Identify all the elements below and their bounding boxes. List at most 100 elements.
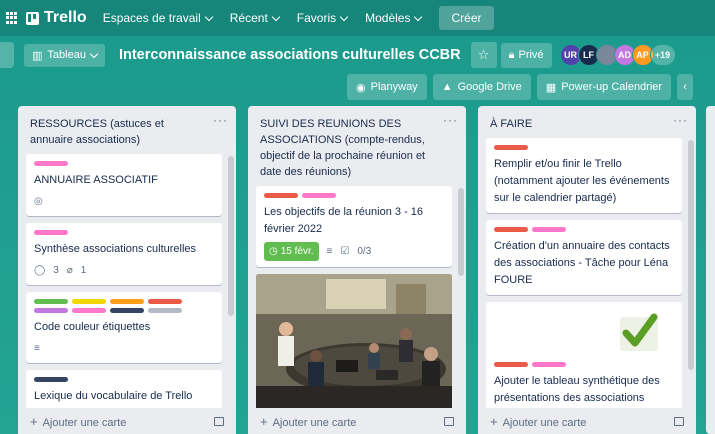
template-icon[interactable] xyxy=(214,416,224,426)
list-partial xyxy=(706,106,715,434)
trello-logo[interactable]: Trello xyxy=(26,9,87,27)
add-card-label: Ajouter une carte xyxy=(42,416,127,429)
card-label[interactable] xyxy=(34,299,68,304)
card-label[interactable] xyxy=(532,362,566,367)
card-label[interactable] xyxy=(148,299,182,304)
card-label[interactable] xyxy=(494,227,528,232)
list-title-text: SUIVI DES REUNIONS DES ASSOCIATIONS (com… xyxy=(260,118,426,178)
card-label[interactable] xyxy=(34,230,68,235)
lock-icon: 🔒︎ xyxy=(508,48,515,61)
view-switcher-button[interactable]: ▥ Tableau xyxy=(24,43,105,67)
nav-workspaces[interactable]: Espaces de travail xyxy=(102,11,213,25)
view-label: Tableau xyxy=(47,49,86,61)
planyway-button[interactable]: ◉ Planyway xyxy=(347,74,427,100)
nav-favorites-label: Favoris xyxy=(296,11,337,25)
card-title: Remplir et/ou finir le Trello (notamment… xyxy=(494,158,670,204)
list-meetings: SUIVI DES REUNIONS DES ASSOCIATIONS (com… xyxy=(248,106,466,434)
list-menu-icon[interactable]: ··· xyxy=(213,112,228,128)
list-menu-icon[interactable]: ··· xyxy=(673,112,688,128)
card-label[interactable] xyxy=(34,377,68,382)
card-label[interactable] xyxy=(72,299,106,304)
planyway-label: Planyway xyxy=(370,81,418,93)
card-title: Les objectifs de la réunion 3 - 16 févri… xyxy=(264,206,423,235)
attachment-icon: ⌀ xyxy=(66,265,73,276)
card-cover xyxy=(494,302,674,362)
card-title: Lexique du vocabulaire de Trello xyxy=(34,390,193,402)
powerups-bar: ◉ Planyway ▲ Google Drive ▦ Power-up Calend… xyxy=(347,74,693,100)
due-date-label: 15 févr. xyxy=(280,246,314,257)
card-title: ANNUAIRE ASSOCIATIF xyxy=(34,174,158,186)
google-drive-label: Google Drive xyxy=(457,81,522,93)
chevron-down-icon xyxy=(339,12,349,21)
clock-icon: ◷ xyxy=(269,246,278,257)
list-title[interactable]: RESSOURCES (astuces et annuaire associat… xyxy=(18,106,236,154)
nav-templates-label: Modèles xyxy=(365,11,411,25)
card-title: Création d'un annuaire des contacts des … xyxy=(494,240,670,286)
card[interactable]: Remplir et/ou finir le Trello (notamment… xyxy=(486,138,682,213)
list-todo: À FAIRE ··· Remplir et/ou finir le Trell… xyxy=(478,106,696,434)
list-title[interactable]: À FAIRE ··· xyxy=(478,106,696,138)
nav-workspaces-label: Espaces de travail xyxy=(102,11,201,25)
meeting-photo xyxy=(256,274,452,408)
checklist-icon: ☑ xyxy=(340,246,350,257)
card-label[interactable] xyxy=(494,362,528,367)
member-avatars: UR LF AD AP +19 xyxy=(559,44,676,66)
add-card-button[interactable]: + Ajouter une carte xyxy=(478,408,696,434)
automation-button[interactable]: ‹ xyxy=(677,74,693,100)
add-card-button[interactable]: + Ajouter une carte xyxy=(248,408,466,434)
apps-grid-icon[interactable] xyxy=(6,12,18,24)
create-button[interactable]: Créer xyxy=(439,6,494,30)
card[interactable]: Synthèse associations culturelles ◯ 3 ⌀ 1 xyxy=(26,223,222,285)
card[interactable]: Les objectifs de la réunion 3 - 16 févri… xyxy=(256,186,452,267)
card[interactable]: Code couleur étiquettes ≡ xyxy=(26,292,222,363)
due-date-badge[interactable]: ◷ 15 févr. xyxy=(264,242,319,261)
template-icon[interactable] xyxy=(444,416,454,426)
sidebar-toggle[interactable] xyxy=(0,42,14,68)
card-label[interactable] xyxy=(302,193,336,198)
card-label[interactable] xyxy=(34,161,68,166)
card-label[interactable] xyxy=(72,308,106,313)
attachment-count: 1 xyxy=(80,265,87,276)
more-members-badge[interactable]: +19 xyxy=(649,44,676,66)
chevron-down-icon xyxy=(414,12,423,21)
card[interactable] xyxy=(256,274,452,408)
card-label[interactable] xyxy=(494,145,528,150)
comment-icon: ◯ xyxy=(34,265,46,276)
planyway-icon: ◉ xyxy=(356,81,366,94)
list-resources: RESSOURCES (astuces et annuaire associat… xyxy=(18,106,236,434)
description-icon: ≡ xyxy=(326,246,333,257)
card-label[interactable] xyxy=(532,227,566,232)
board-header: ▥ Tableau Interconnaissance associations… xyxy=(0,40,715,70)
calendar-powerup-button[interactable]: ▦ Power-up Calendrier xyxy=(536,74,672,100)
list-title-text: RESSOURCES (astuces et annuaire associat… xyxy=(30,118,164,146)
card[interactable]: Création d'un annuaire des contacts des … xyxy=(486,220,682,295)
nav-favorites[interactable]: Favoris xyxy=(296,11,349,25)
card-title: Code couleur étiquettes xyxy=(34,321,151,333)
brand-name: Trello xyxy=(44,9,87,26)
trello-icon xyxy=(26,11,39,25)
card-label[interactable] xyxy=(148,308,182,313)
google-drive-button[interactable]: ▲ Google Drive xyxy=(432,74,531,100)
description-icon: ≡ xyxy=(34,343,40,354)
card-label[interactable] xyxy=(110,299,144,304)
board-view-icon: ▥ xyxy=(32,49,43,62)
checkmark-icon xyxy=(620,313,658,351)
template-icon[interactable] xyxy=(674,416,684,426)
automation-icon: ‹ xyxy=(683,81,687,93)
board-title[interactable]: Interconnaissance associations culturell… xyxy=(119,47,461,63)
watch-eye-icon: ◎ xyxy=(34,196,43,207)
card[interactable]: ANNUAIRE ASSOCIATIF ◎ xyxy=(26,154,222,216)
nav-templates[interactable]: Modèles xyxy=(365,11,423,25)
card-label[interactable] xyxy=(264,193,298,198)
list-title[interactable]: SUIVI DES REUNIONS DES ASSOCIATIONS (com… xyxy=(248,106,466,186)
visibility-button[interactable]: 🔒︎ Privé xyxy=(500,42,552,68)
card-label[interactable] xyxy=(34,308,68,313)
calendar-label: Power-up Calendrier xyxy=(561,81,663,93)
add-card-button[interactable]: + Ajouter une carte xyxy=(18,408,236,434)
nav-recent[interactable]: Récent xyxy=(230,11,281,25)
star-icon[interactable]: ☆ xyxy=(470,42,497,68)
chevron-down-icon xyxy=(89,49,99,58)
card-label[interactable] xyxy=(110,308,144,313)
plus-icon: + xyxy=(30,413,38,429)
list-menu-icon[interactable]: ··· xyxy=(443,112,458,128)
